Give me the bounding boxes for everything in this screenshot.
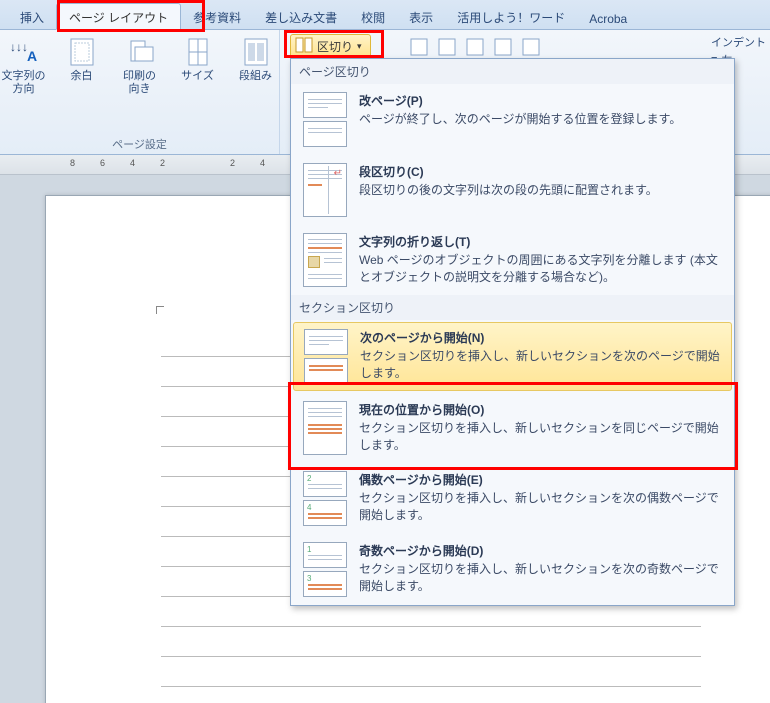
next-page-desc: セクション区切りを挿入し、新しいセクションを次のページで開始します。	[360, 348, 721, 383]
ruler-tick: 2	[160, 158, 165, 168]
continuous-title: 現在の位置から開始(O)	[359, 401, 722, 418]
indent-label: インデント	[711, 34, 766, 50]
orientation-label: 印刷の 向き	[123, 70, 156, 96]
continuous-desc: セクション区切りを挿入し、新しいセクションを同じページで開始します。	[359, 420, 722, 455]
item-next-page[interactable]: 次のページから開始(N) セクション区切りを挿入し、新しいセクションを次のページ…	[293, 322, 732, 391]
item-continuous[interactable]: 現在の位置から開始(O) セクション区切りを挿入し、新しいセクションを同じページ…	[291, 393, 734, 463]
text-direction-icon: ↓↓↓A	[8, 36, 40, 68]
item-column-break[interactable]: ↵ 段区切り(C) 段区切りの後の文字列は次の段の先頭に配置されます。	[291, 155, 734, 225]
orientation-icon	[124, 36, 156, 68]
section-section-breaks: セクション区切り	[291, 295, 734, 320]
item-page-break[interactable]: 改ページ(P) ページが終了し、次のページが開始する位置を登録します。	[291, 84, 734, 155]
section-page-breaks: ページ区切り	[291, 59, 734, 84]
odd-page-desc: セクション区切りを挿入し、新しいセクションを次の奇数ページで開始します。	[359, 561, 722, 596]
page-break-title: 改ページ(P)	[359, 92, 722, 109]
ruler-tick: 4	[260, 158, 265, 168]
margins-icon	[66, 36, 98, 68]
size-icon	[182, 36, 214, 68]
odd-page-icon: 1 3	[303, 542, 347, 597]
breaks-icon	[295, 37, 313, 56]
watermark-button[interactable]	[406, 36, 432, 58]
tab-review[interactable]: 校閲	[349, 4, 397, 29]
breaks-label: 区切り	[317, 38, 353, 55]
effects-button[interactable]	[518, 36, 544, 58]
svg-text:A: A	[27, 48, 37, 64]
page-borders-button[interactable]	[462, 36, 488, 58]
text-wrap-desc: Web ページのオブジェクトの周囲にある文字列を分離します (本文とオブジェクト…	[359, 252, 722, 287]
column-break-desc: 段区切りの後の文字列は次の段の先頭に配置されます。	[359, 182, 722, 199]
text-direction-button[interactable]: ↓↓↓A 文字列の 方向	[0, 34, 50, 98]
margins-button[interactable]: 余白	[56, 34, 108, 85]
size-button[interactable]: サイズ	[172, 34, 224, 85]
next-page-icon	[304, 329, 348, 384]
page-color-button[interactable]	[434, 36, 460, 58]
ruler-tick: 2	[230, 158, 235, 168]
tab-mailings[interactable]: 差し込み文書	[253, 4, 349, 29]
breaks-dropdown: ページ区切り 改ページ(P) ページが終了し、次のページが開始する位置を登録しま…	[290, 58, 735, 606]
text-wrap-icon	[303, 233, 347, 287]
size-label: サイズ	[181, 70, 214, 83]
text-wrap-title: 文字列の折り返し(T)	[359, 233, 722, 250]
svg-text:↓↓↓: ↓↓↓	[10, 40, 28, 54]
next-page-title: 次のページから開始(N)	[360, 329, 721, 346]
tab-page-layout[interactable]: ページ レイアウト	[56, 3, 181, 30]
tab-view[interactable]: 表示	[397, 4, 445, 29]
tab-acrobat[interactable]: Acroba	[577, 7, 639, 29]
page-break-icon	[303, 92, 347, 147]
chevron-down-icon: ▾	[357, 41, 362, 52]
columns-label: 段組み	[239, 70, 272, 83]
ruler-tick: 8	[70, 158, 75, 168]
even-page-title: 偶数ページから開始(E)	[359, 471, 722, 488]
ruler-tick: 4	[130, 158, 135, 168]
page-break-desc: ページが終了し、次のページが開始する位置を登録します。	[359, 111, 722, 128]
odd-page-title: 奇数ページから開始(D)	[359, 542, 722, 559]
column-break-title: 段区切り(C)	[359, 163, 722, 180]
ruler-tick: 6	[100, 158, 105, 168]
ribbon: ↓↓↓A 文字列の 方向 余白 印刷の 向き サイズ	[0, 30, 770, 155]
text-direction-label: 文字列の 方向	[2, 70, 46, 96]
columns-button[interactable]: 段組み	[230, 34, 282, 85]
even-page-icon: 2 4	[303, 471, 347, 526]
columns-icon	[240, 36, 272, 68]
orientation-button[interactable]: 印刷の 向き	[114, 34, 166, 98]
themes-button[interactable]	[490, 36, 516, 58]
breaks-button[interactable]: 区切り ▾	[290, 34, 371, 59]
item-text-wrap[interactable]: 文字列の折り返し(T) Web ページのオブジェクトの周囲にある文字列を分離しま…	[291, 225, 734, 295]
item-odd-page[interactable]: 1 3 奇数ページから開始(D) セクション区切りを挿入し、新しいセクションを次…	[291, 534, 734, 605]
tab-bar: 挿入 ページ レイアウト 参考資料 差し込み文書 校閲 表示 活用しよう！ワード…	[0, 0, 770, 30]
column-break-icon: ↵	[303, 163, 347, 217]
tab-insert[interactable]: 挿入	[8, 4, 56, 29]
continuous-icon	[303, 401, 347, 455]
tab-extra[interactable]: 活用しよう！ワード	[445, 4, 577, 29]
item-even-page[interactable]: 2 4 偶数ページから開始(E) セクション区切りを挿入し、新しいセクションを次…	[291, 463, 734, 534]
even-page-desc: セクション区切りを挿入し、新しいセクションを次の偶数ページで開始します。	[359, 490, 722, 525]
group-page-setup-label: ページ設定	[0, 136, 279, 152]
tab-references[interactable]: 参考資料	[181, 4, 253, 29]
margins-label: 余白	[71, 70, 93, 83]
